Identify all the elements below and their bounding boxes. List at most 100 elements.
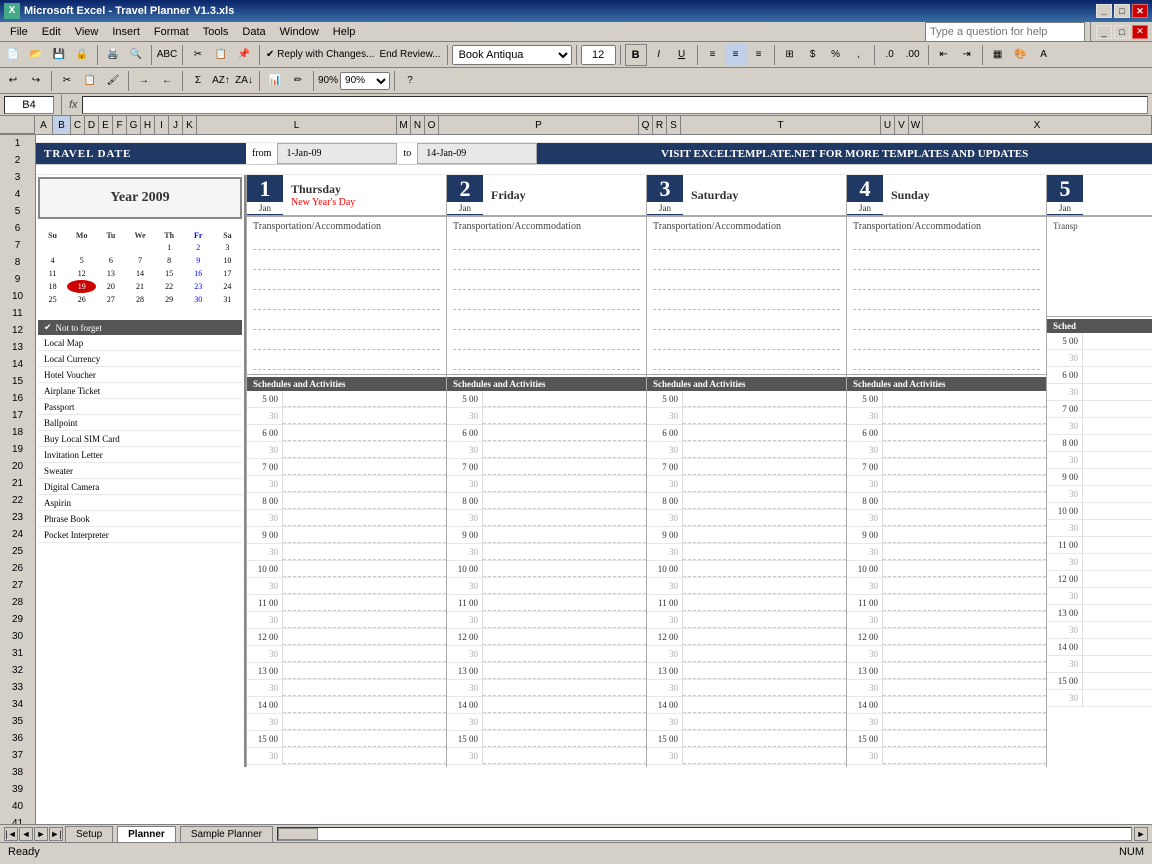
- col-q[interactable]: Q: [639, 116, 653, 134]
- chart-button[interactable]: 📊: [264, 70, 286, 92]
- cal-day-22[interactable]: 22: [155, 280, 184, 293]
- open-button[interactable]: 📂: [25, 44, 47, 66]
- cal-day-29[interactable]: 29: [155, 293, 184, 306]
- align-left[interactable]: ≡: [702, 44, 724, 66]
- row-25[interactable]: 25: [0, 543, 35, 560]
- currency-button[interactable]: $: [802, 44, 824, 66]
- save-button[interactable]: 💾: [48, 44, 70, 66]
- tab-first[interactable]: |◄: [4, 827, 18, 841]
- h-scroll-thumb[interactable]: [278, 828, 318, 840]
- sheet-tab-sample[interactable]: Sample Planner: [180, 826, 273, 842]
- formula-input[interactable]: [82, 96, 1148, 114]
- cal-day-12[interactable]: 12: [67, 267, 96, 280]
- cal-day-9[interactable]: 9: [184, 254, 213, 267]
- app-close[interactable]: ✕: [1132, 25, 1148, 39]
- col-w[interactable]: W: [909, 116, 923, 134]
- row-18[interactable]: 18: [0, 424, 35, 441]
- col-s[interactable]: S: [667, 116, 681, 134]
- app-restore[interactable]: □: [1114, 25, 1130, 39]
- tb2-1[interactable]: ↩: [2, 70, 24, 92]
- row-33[interactable]: 33: [0, 679, 35, 696]
- cell-reference[interactable]: [4, 96, 54, 114]
- percent-button[interactable]: %: [825, 44, 847, 66]
- row-15[interactable]: 15: [0, 373, 35, 390]
- cal-day-20[interactable]: 20: [96, 280, 125, 293]
- col-n[interactable]: N: [411, 116, 425, 134]
- permission-button[interactable]: 🔒: [71, 44, 93, 66]
- copy-button[interactable]: 📋: [210, 44, 232, 66]
- col-v[interactable]: V: [895, 116, 909, 134]
- cal-day-8[interactable]: 8: [155, 254, 184, 267]
- tb2-4[interactable]: 📋: [79, 70, 101, 92]
- row-3[interactable]: 3: [0, 169, 35, 186]
- menu-tools[interactable]: Tools: [197, 24, 235, 40]
- font-selector[interactable]: Book Antiqua Arial Times New Roman: [452, 45, 572, 65]
- row-13[interactable]: 13: [0, 339, 35, 356]
- menu-insert[interactable]: Insert: [106, 24, 146, 40]
- row-12[interactable]: 12: [0, 322, 35, 339]
- col-p[interactable]: P: [439, 116, 639, 134]
- font-color[interactable]: A: [1033, 44, 1055, 66]
- row-36[interactable]: 36: [0, 730, 35, 747]
- cal-day-13[interactable]: 13: [96, 267, 125, 280]
- cal-day-26[interactable]: 26: [67, 293, 96, 306]
- col-l[interactable]: L: [197, 116, 397, 134]
- align-right[interactable]: ≡: [748, 44, 770, 66]
- sheet-tab-planner[interactable]: Planner: [117, 826, 176, 842]
- menu-help[interactable]: Help: [327, 24, 362, 40]
- cal-day-19[interactable]: 19: [67, 280, 96, 293]
- row-34[interactable]: 34: [0, 696, 35, 713]
- cal-day-31[interactable]: 31: [213, 293, 242, 306]
- cal-day-10[interactable]: 10: [213, 254, 242, 267]
- row-21[interactable]: 21: [0, 475, 35, 492]
- sheet-tab-setup[interactable]: Setup: [65, 826, 113, 842]
- zoom-select[interactable]: 90%100%75%: [340, 72, 390, 90]
- row-10[interactable]: 10: [0, 288, 35, 305]
- tab-next[interactable]: ►: [34, 827, 48, 841]
- help-search[interactable]: [925, 22, 1085, 42]
- row-31[interactable]: 31: [0, 645, 35, 662]
- cal-day-28[interactable]: 28: [125, 293, 154, 306]
- h-scrollbar[interactable]: [277, 827, 1132, 841]
- menu-format[interactable]: Format: [148, 24, 195, 40]
- decrease-decimal[interactable]: .0: [879, 44, 901, 66]
- app-minimize[interactable]: _: [1096, 25, 1112, 39]
- row-8[interactable]: 8: [0, 254, 35, 271]
- underline-button[interactable]: U: [671, 44, 693, 66]
- row-11[interactable]: 11: [0, 305, 35, 322]
- paste-button[interactable]: 📌: [233, 44, 255, 66]
- row-7[interactable]: 7: [0, 237, 35, 254]
- tab-prev[interactable]: ◄: [19, 827, 33, 841]
- row-16[interactable]: 16: [0, 390, 35, 407]
- col-h[interactable]: H: [141, 116, 155, 134]
- row-28[interactable]: 28: [0, 594, 35, 611]
- merge-button[interactable]: ⊞: [779, 44, 801, 66]
- row-19[interactable]: 19: [0, 441, 35, 458]
- cal-day-30[interactable]: 30: [184, 293, 213, 306]
- cal-day-2[interactable]: 2: [184, 241, 213, 254]
- cal-day-17[interactable]: 17: [213, 267, 242, 280]
- row-35[interactable]: 35: [0, 713, 35, 730]
- scroll-right[interactable]: ►: [1134, 827, 1148, 841]
- col-d[interactable]: D: [85, 116, 99, 134]
- menu-view[interactable]: View: [69, 24, 105, 40]
- row-4[interactable]: 4: [0, 186, 35, 203]
- col-r[interactable]: R: [653, 116, 667, 134]
- print-button[interactable]: 🖨️: [102, 44, 124, 66]
- cal-day-1[interactable]: 1: [155, 241, 184, 254]
- col-x[interactable]: X: [923, 116, 1152, 134]
- row-29[interactable]: 29: [0, 611, 35, 628]
- menu-file[interactable]: File: [4, 24, 34, 40]
- row-32[interactable]: 32: [0, 662, 35, 679]
- sort-za[interactable]: ZA↓: [233, 70, 255, 92]
- preview-button[interactable]: 🔍: [125, 44, 147, 66]
- row-2[interactable]: 2: [0, 152, 35, 169]
- col-m[interactable]: M: [397, 116, 411, 134]
- row-22[interactable]: 22: [0, 492, 35, 509]
- row-41[interactable]: 41: [0, 815, 35, 824]
- sort-az[interactable]: AZ↑: [210, 70, 232, 92]
- menu-edit[interactable]: Edit: [36, 24, 67, 40]
- close-button[interactable]: ✕: [1132, 4, 1148, 18]
- row-27[interactable]: 27: [0, 577, 35, 594]
- font-size-input[interactable]: [581, 45, 616, 65]
